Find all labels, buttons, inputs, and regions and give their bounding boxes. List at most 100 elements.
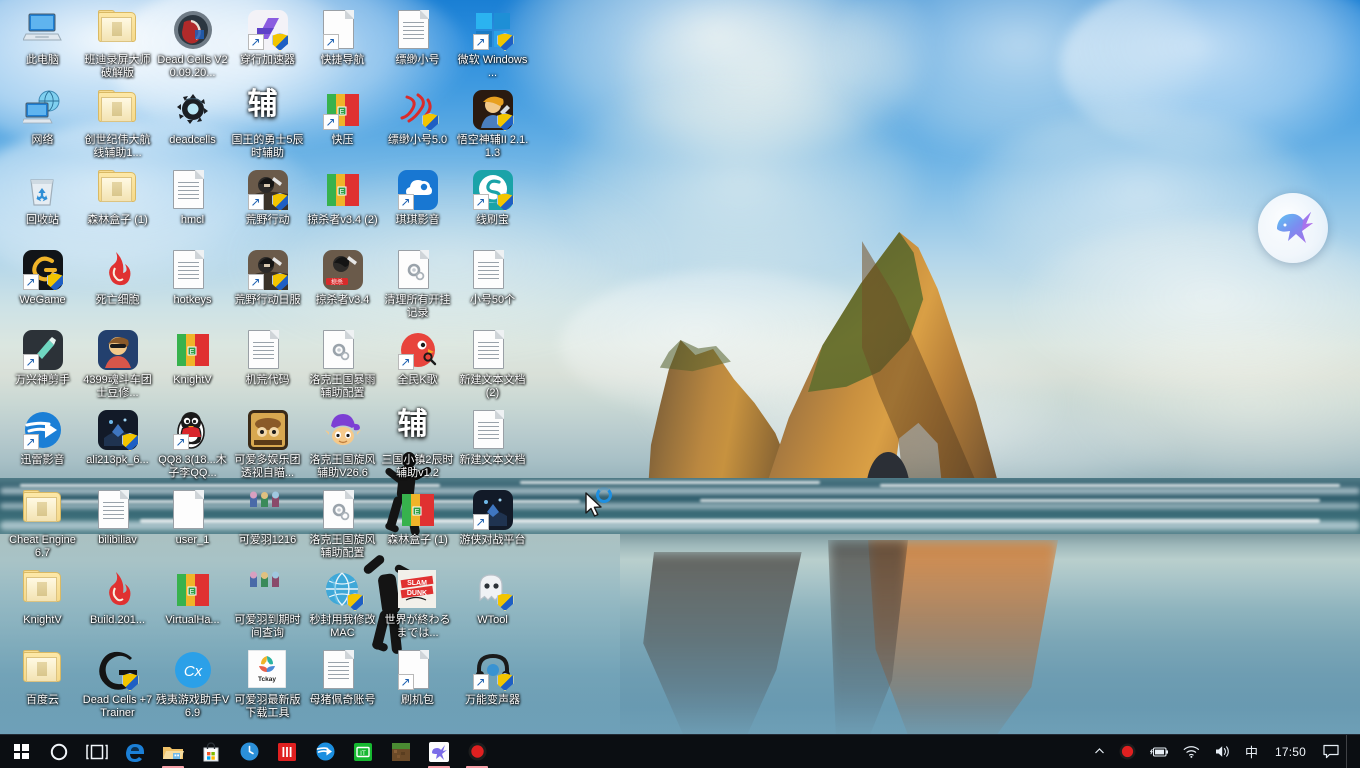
tray-ime-indicator[interactable]: 中 [1238,735,1265,768]
tiny-sprite-icon [246,568,290,612]
desktop-icon[interactable]: 悟空神辅II 2.1.1.3 [455,86,530,166]
red-script-icon [396,88,440,132]
store-button[interactable] [192,735,230,768]
tray-recorder-icon[interactable] [1112,735,1143,768]
desktop-icon[interactable]: 新建文本文档 (2) [455,326,530,406]
desktop-icon[interactable]: Cx 残夷游戏助手V6.9 [155,646,230,726]
file-explorer-button[interactable] [154,735,192,768]
desktop-icon[interactable]: Tckay 可爱羽最新版下载工具 [230,646,305,726]
desktop-icon[interactable]: 掠杀 掠杀者v3.4 [305,246,380,326]
desktop-icon[interactable]: Dead Cells +7 Trainer [80,646,155,726]
desktop-icon[interactable]: deadcells [155,86,230,166]
desktop-icon[interactable]: 清理所有开挂记录 [380,246,455,326]
hummingbird-assistant-widget[interactable] [1258,193,1328,263]
tray-volume-icon[interactable] [1207,735,1238,768]
desktop-icon[interactable]: ↗ 微软 Windows ... [455,6,530,86]
desktop-icon[interactable]: ↗ 迅雷影音 [5,406,80,486]
desktop-icon[interactable]: 可爱羽到期时间查询 [230,566,305,646]
desktop-icon[interactable]: hmcl [155,166,230,246]
desktop-icon[interactable]: 可爱羽1216 [230,486,305,566]
desktop-icon[interactable]: Build.201... [80,566,155,646]
desktop-icon[interactable]: E 森林盒子 (1) [380,486,455,566]
green-app-button[interactable]: IT [344,735,382,768]
desktop-icon[interactable]: WTool [455,566,530,646]
desktop-icon[interactable]: ↗ 线刷宝 [455,166,530,246]
desktop-icon[interactable]: ↗ QQ8.3(18...木子李QQ... [155,406,230,486]
desktop-icon[interactable]: ↗ 快捷导航 [305,6,380,86]
desktop-icon-label: 创世纪伟大航线辅助1... [84,134,151,159]
desktop-icon[interactable]: ↗ 万能变声器 [455,646,530,726]
desktop-icon[interactable]: 母猪佩奇账号 [305,646,380,726]
desktop-icon[interactable]: 新建文本文档 [455,406,530,486]
desktop-icon-label: 死亡细胞 [95,294,140,306]
svg-text:E: E [414,509,419,516]
desktop-icon[interactable]: KnightV [5,566,80,646]
minecraft-button[interactable] [382,735,420,768]
desktop-icon[interactable]: ↗ 万兴神剪手 [5,326,80,406]
desktop-icon[interactable]: E VirtualHa... [155,566,230,646]
green-app-icon: IT [354,742,372,761]
desktop-icon[interactable]: SLAM DUNK 世界が終わるまでは... [380,566,455,646]
red-app-button[interactable] [268,735,306,768]
desktop-icon[interactable]: 森林盒子 (1) [80,166,155,246]
taskbar-clock[interactable]: 17:50 [1265,735,1316,768]
desktop-icon[interactable]: 缥缈小号5.0 [380,86,455,166]
desktop-icon[interactable]: 百度云 [5,646,80,726]
desktop-icon[interactable]: 网络 [5,86,80,166]
hummingbird-button[interactable] [420,735,458,768]
dark-game-icon [96,408,140,452]
desktop-icon[interactable]: ↗ 琪琪影音 [380,166,455,246]
desktop-icon[interactable]: ↗ 荒野行动日服 [230,246,305,326]
desktop-icon[interactable]: bilibiliav [80,486,155,566]
desktop-icon[interactable]: Cheat Engine 6.7 [5,486,80,566]
desktop-icon[interactable]: user_1 [155,486,230,566]
desktop-icon[interactable]: ↗ 全民K歌 [380,326,455,406]
desktop-icon[interactable]: 洛克王国暴雨辅助配置 [305,326,380,406]
desktop-icon-label: hmcl [180,214,205,226]
desktop-icon[interactable]: 4399魂斗车团士豆修... [80,326,155,406]
xunlei-button[interactable] [306,735,344,768]
desktop-icon[interactable]: 辅国王的勇士5辰时辅助 [230,86,305,166]
doc-blank-icon [171,488,215,532]
task-view-button[interactable] [78,735,116,768]
desktop-icon[interactable]: E KnightV [155,326,230,406]
desktop-icon[interactable]: 缥缈小号 [380,6,455,86]
desktop-icon[interactable]: hotkeys [155,246,230,326]
desktop-icon[interactable]: E ↗ 快压 [305,86,380,166]
desktop-icon[interactable]: 秒封用我修改MAC [305,566,380,646]
desktop-icon[interactable]: ↗ WeGame [5,246,80,326]
desktop-icon[interactable]: Dead Cells V20.09.20... [155,6,230,86]
dark-game-icon: ↗ [471,488,515,532]
desktop-icon[interactable]: 回收站 [5,166,80,246]
edge-button[interactable] [116,735,154,768]
desktop-icon[interactable]: ↗ 游侠对战平台 [455,486,530,566]
start-button[interactable] [2,735,40,768]
desktop-icon[interactable]: ↗ 刷机包 [380,646,455,726]
desktop-icon[interactable]: 此电脑 [5,6,80,86]
show-desktop-button[interactable] [1346,734,1356,768]
desktop-icon[interactable]: 辅三国小镇2辰时辅助v1.2 [380,406,455,486]
battery-icon [1149,746,1168,757]
desktop-icon[interactable]: 洛克王国旋风辅助V26.6 [305,406,380,486]
desktop-icon[interactable]: ↗ 穿行加速器 [230,6,305,86]
desktop-icon[interactable]: 班迪录屏大师破解版 [80,6,155,86]
desktop-icon[interactable]: 创世纪伟大航线辅助1... [80,86,155,166]
desktop-icon[interactable]: 洛克王国旋风辅助配置 [305,486,380,566]
desktop-icon[interactable]: 可爱多娱乐团透视自瞄... [230,406,305,486]
desktop-icon[interactable]: 死亡细胞 [80,246,155,326]
desktop-icon-label: ali213pk_6... [86,454,149,466]
action-center-button[interactable] [1316,735,1346,768]
deadcells-app-icon [171,8,215,52]
tray-battery-icon[interactable] [1143,735,1176,768]
desktop-icon[interactable]: ↗ 荒野行动 [230,166,305,246]
tray-overflow-button[interactable] [1087,735,1112,768]
desktop-icon[interactable]: 小号50个 [455,246,530,326]
recorder-button[interactable] [458,735,496,768]
desktop-icon[interactable]: E 掠杀者v3.4 (2) [305,166,380,246]
cortana-button[interactable] [40,735,78,768]
tray-network-icon[interactable] [1176,735,1207,768]
desktop-icon[interactable]: ali213pk_6... [80,406,155,486]
desktop-icon[interactable]: 机荒代码 [230,326,305,406]
gear-doc-icon [321,328,365,372]
clock-app-button[interactable] [230,735,268,768]
